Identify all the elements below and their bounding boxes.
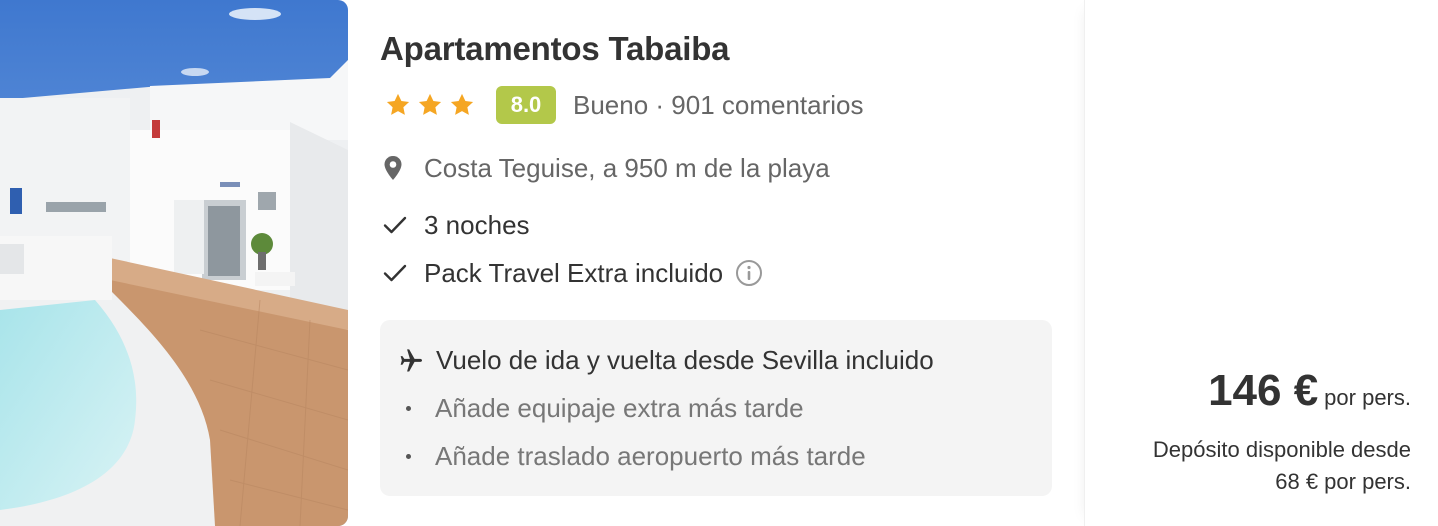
- review-score-badge: 8.0: [496, 86, 556, 124]
- check-icon: [383, 215, 415, 235]
- extra-luggage-text: Añade equipaje extra más tarde: [435, 393, 804, 423]
- nights-feature: 3 noches: [380, 208, 530, 242]
- bullet-icon: [406, 406, 411, 411]
- deposit-info: Depósito disponible desde 68 € por pers.: [1153, 434, 1411, 498]
- hotel-photo-image: [0, 0, 348, 526]
- hotel-card[interactable]: Apartamentos Tabaiba 8.0 Bueno · 901 com…: [0, 0, 1438, 526]
- rating-row: 8.0 Bueno · 901 comentarios: [380, 86, 864, 124]
- deposit-line-2: 68 € por pers.: [1275, 469, 1411, 494]
- pack-feature: Pack Travel Extra incluido: [380, 256, 763, 290]
- hotel-photo[interactable]: [0, 0, 348, 526]
- airport-transfer-item: Añade traslado aeropuerto más tarde: [406, 441, 866, 472]
- info-icon[interactable]: [735, 259, 763, 287]
- airplane-icon: [396, 347, 424, 375]
- nights-text: 3 noches: [424, 209, 530, 240]
- airport-transfer-text: Añade traslado aeropuerto más tarde: [435, 441, 866, 471]
- star-rating: [384, 91, 476, 119]
- price: 146 € por pers.: [1208, 366, 1411, 416]
- price-unit: por pers.: [1324, 385, 1411, 410]
- price-amount: 146 €: [1208, 366, 1319, 415]
- location-text: Costa Teguise, a 950 m de la playa: [424, 152, 830, 183]
- pack-text: Pack Travel Extra incluido: [424, 257, 724, 288]
- flight-included-text: Vuelo de ida y vuelta desde Sevilla incl…: [436, 345, 934, 375]
- star-icon: [386, 93, 410, 115]
- bullet-icon: [406, 454, 411, 459]
- extra-luggage-item: Añade equipaje extra más tarde: [406, 393, 804, 424]
- deposit-line-1: Depósito disponible desde: [1152, 437, 1411, 462]
- hotel-info: Apartamentos Tabaiba 8.0 Bueno · 901 com…: [380, 0, 1060, 526]
- hotel-title[interactable]: Apartamentos Tabaiba: [380, 30, 730, 68]
- price-panel: 146 € por pers. Depósito disponible desd…: [1084, 0, 1438, 526]
- star-icon: [450, 93, 474, 115]
- flight-included: Vuelo de ida y vuelta desde Sevilla incl…: [396, 345, 934, 376]
- review-summary[interactable]: Bueno · 901 comentarios: [573, 90, 864, 121]
- star-icon: [418, 93, 442, 115]
- check-icon: [383, 263, 415, 283]
- map-pin-icon: [383, 155, 415, 181]
- location: Costa Teguise, a 950 m de la playa: [380, 151, 830, 185]
- flight-included-box: Vuelo de ida y vuelta desde Sevilla incl…: [380, 320, 1052, 496]
